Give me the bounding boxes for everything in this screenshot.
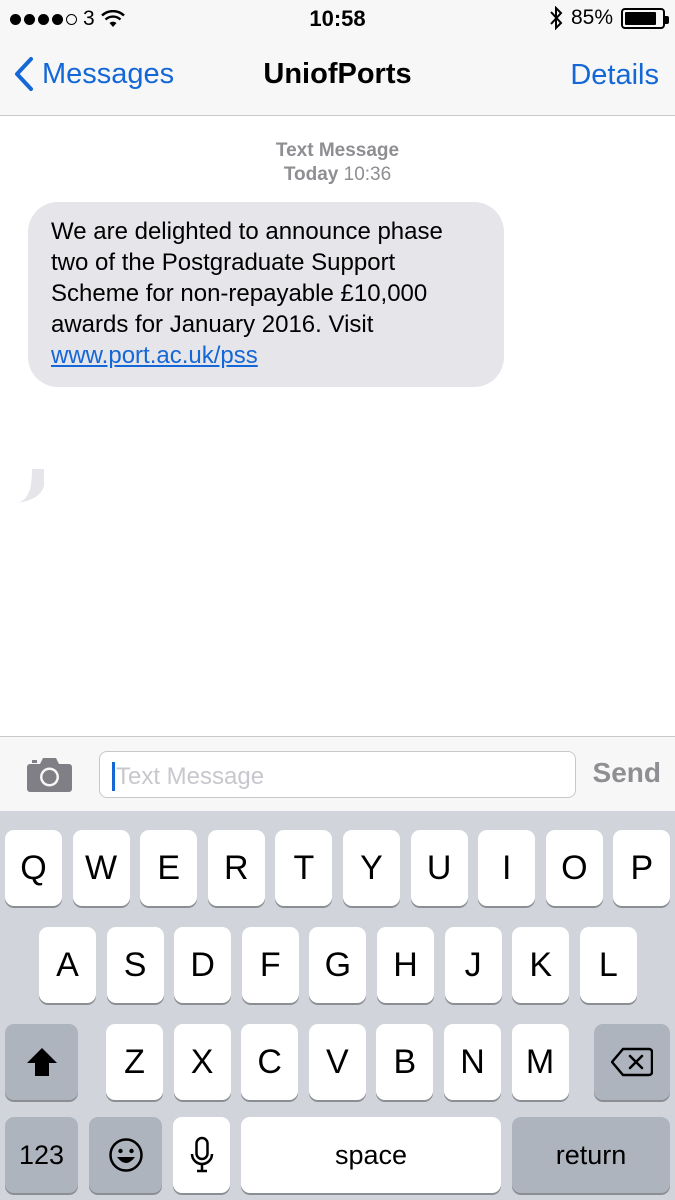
battery-icon (621, 7, 669, 29)
key-x[interactable]: X (173, 1024, 231, 1100)
return-key[interactable]: return (512, 1117, 670, 1193)
numbers-key[interactable]: 123 (5, 1117, 78, 1193)
key-w[interactable]: W (72, 830, 130, 906)
emoji-key[interactable] (89, 1117, 162, 1193)
key-y[interactable]: Y (343, 830, 400, 906)
details-button[interactable]: Details (570, 59, 659, 92)
navigation-bar: Messages UniofPorts Details (0, 38, 675, 116)
key-q[interactable]: Q (5, 830, 62, 906)
backspace-icon (611, 1047, 653, 1077)
key-c[interactable]: C (241, 1024, 299, 1100)
key-f[interactable]: F (241, 927, 299, 1003)
battery-percentage: 85% (570, 6, 613, 29)
camera-icon[interactable] (26, 755, 73, 793)
message-link[interactable]: www.port.ac.uk/pss (51, 342, 258, 369)
key-e[interactable]: E (140, 830, 198, 906)
status-bar: 3 10:58 85% (0, 0, 675, 38)
microphone-icon (190, 1136, 213, 1173)
emoji-icon (108, 1138, 143, 1172)
text-cursor (112, 762, 115, 791)
key-b[interactable]: B (376, 1024, 434, 1100)
key-n[interactable]: N (444, 1024, 501, 1100)
space-key[interactable]: space (241, 1117, 501, 1193)
message-type-label: Text Message (275, 140, 400, 161)
status-right: 85% (549, 6, 669, 30)
key-l[interactable]: L (579, 927, 637, 1003)
message-time: 10:36 (343, 164, 392, 185)
shift-icon (26, 1048, 57, 1076)
key-k[interactable]: K (512, 927, 570, 1003)
key-z[interactable]: Z (106, 1024, 163, 1100)
key-t[interactable]: T (275, 830, 333, 906)
message-input-placeholder: Text Message (116, 763, 265, 790)
bluetooth-icon (550, 6, 563, 30)
message-text: We are delighted to announce phase two o… (51, 218, 443, 338)
key-u[interactable]: U (410, 830, 468, 906)
send-button[interactable]: Send (593, 757, 661, 789)
message-bubble[interactable]: We are delighted to announce phase two o… (28, 202, 504, 387)
delete-key[interactable] (594, 1024, 670, 1100)
shift-key[interactable] (5, 1024, 78, 1100)
key-d[interactable]: D (174, 927, 232, 1003)
bubble-tail (18, 469, 44, 503)
message-input[interactable]: Text Message (99, 751, 576, 798)
key-v[interactable]: V (308, 1024, 366, 1100)
key-p[interactable]: P (613, 830, 671, 906)
keyboard: 123 space return QWERTYUIOP ASDFGHJKL ZXCV… (0, 811, 675, 1200)
message-day: Today (283, 164, 339, 185)
conversation-area[interactable]: Text Message Today 10:36 We are delighte… (0, 117, 675, 735)
key-h[interactable]: H (377, 927, 434, 1003)
key-o[interactable]: O (545, 830, 603, 906)
key-j[interactable]: J (444, 927, 502, 1003)
message-timestamp: Text Message Today 10:36 (0, 139, 675, 187)
key-i[interactable]: I (478, 830, 536, 906)
key-g[interactable]: G (309, 927, 367, 1003)
key-m[interactable]: M (511, 1024, 569, 1100)
compose-bar: Text Message Send (0, 736, 675, 811)
key-a[interactable]: A (39, 927, 96, 1003)
dictation-key[interactable] (173, 1117, 230, 1193)
battery-level (625, 11, 656, 25)
key-r[interactable]: R (207, 830, 265, 906)
key-s[interactable]: S (106, 927, 164, 1003)
